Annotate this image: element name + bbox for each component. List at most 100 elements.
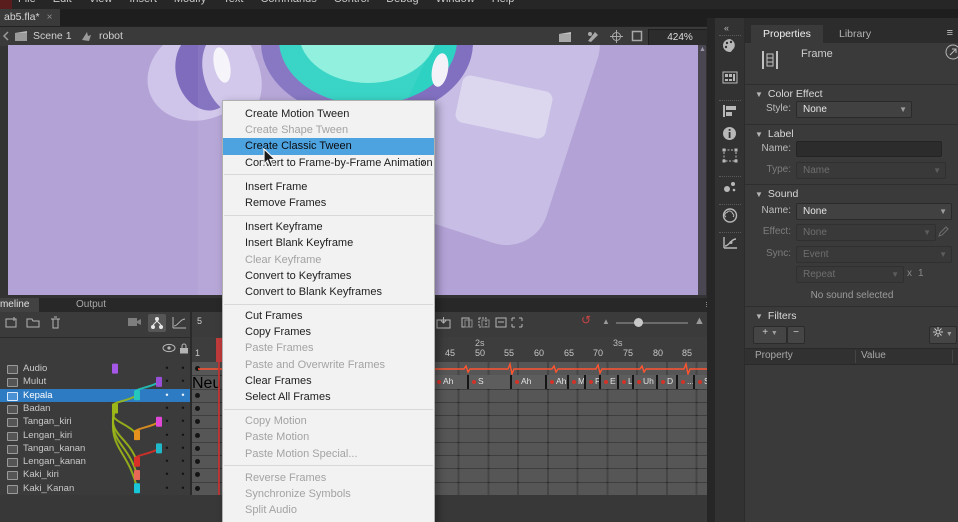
- frame-picker-icon[interactable]: [722, 71, 738, 84]
- menubar-item-control[interactable]: Control: [334, 0, 369, 5]
- menubar-item-file[interactable]: File: [18, 0, 36, 5]
- section-sound[interactable]: ▼Sound: [755, 188, 798, 200]
- new-folder-icon[interactable]: [26, 316, 40, 328]
- label-name-input[interactable]: [796, 141, 942, 157]
- keyframe-dot: [195, 433, 200, 438]
- panel-tab-library[interactable]: Library: [827, 25, 883, 43]
- color-palette-icon[interactable]: [722, 38, 738, 53]
- clip-content-icon[interactable]: [631, 30, 643, 42]
- delete-layer-icon[interactable]: [50, 316, 61, 329]
- menu-item-synchronize-symbols: Synchronize Symbols: [223, 486, 434, 502]
- timeline-tab-timeline[interactable]: Timeline: [0, 298, 39, 312]
- particles-panel-icon[interactable]: [722, 180, 738, 194]
- add-filter-button[interactable]: + ▼: [753, 326, 787, 344]
- playhead-line[interactable]: [218, 362, 220, 495]
- lipsync-label: E: [610, 376, 616, 386]
- menu-item-clear-frames[interactable]: Clear Frames: [223, 373, 434, 389]
- lipsync-segment[interactable]: Neutral: [192, 375, 220, 388]
- menu-item-copy-frames[interactable]: Copy Frames: [223, 324, 434, 340]
- keyframe-dot: [195, 419, 200, 424]
- center-stage-icon[interactable]: [610, 30, 623, 43]
- menubar-item-text[interactable]: Text: [223, 0, 243, 5]
- align-panel-icon[interactable]: [722, 104, 738, 118]
- reset-timeline-zoom-icon[interactable]: ↺: [581, 313, 591, 327]
- menu-item-insert-keyframe[interactable]: Insert Keyframe: [223, 219, 434, 235]
- section-filters[interactable]: ▼Filters: [755, 310, 797, 322]
- lock-icon[interactable]: [179, 343, 189, 354]
- zoom-out-frames-icon[interactable]: ▲: [602, 317, 610, 326]
- lipsync-label: Neutral: [192, 375, 220, 388]
- menu-item-convert-to-blank-keyframes[interactable]: Convert to Blank Keyframes: [223, 284, 434, 300]
- section-label[interactable]: ▼Label: [755, 128, 794, 140]
- menu-item-select-all-frames[interactable]: Select All Frames: [223, 389, 434, 405]
- layer-icon: [7, 378, 18, 387]
- onion-skin-outlines-icon[interactable]: [478, 316, 490, 329]
- back-arrow-icon[interactable]: [2, 30, 10, 42]
- menu-item-create-motion-tween[interactable]: Create Motion Tween: [223, 106, 434, 122]
- scroll-up-icon[interactable]: ▲: [699, 46, 706, 53]
- menu-bar: File Edit View Insert Modify Text Commands Cont…: [0, 0, 958, 9]
- breadcrumb-scene[interactable]: Scene 1: [33, 27, 72, 46]
- filter-options-button[interactable]: ▼: [929, 326, 957, 344]
- menu-item-cut-frames[interactable]: Cut Frames: [223, 308, 434, 324]
- edit-scene-icon[interactable]: [558, 30, 573, 43]
- layer-icon: [7, 432, 18, 441]
- info-panel-icon[interactable]: [722, 126, 737, 141]
- menubar-item-commands[interactable]: Commands: [260, 0, 316, 5]
- timeline-zoom-slider[interactable]: [616, 322, 688, 324]
- motion-graph-panel-icon[interactable]: [722, 236, 738, 250]
- stage-vertical-scrollbar[interactable]: ▲: [698, 45, 706, 295]
- menubar-item-window[interactable]: Window: [436, 0, 475, 5]
- menubar-item-edit[interactable]: Edit: [53, 0, 72, 5]
- stage-zoom-select[interactable]: 424% ▼: [648, 29, 712, 46]
- lipsync-segment[interactable]: S: [467, 375, 513, 388]
- panel-tab-properties[interactable]: Properties: [751, 25, 823, 43]
- collapse-panels-icon[interactable]: «: [724, 23, 729, 33]
- menubar-item-help[interactable]: Help: [492, 0, 515, 5]
- chevron-down-icon: ▼: [933, 163, 941, 178]
- breadcrumb-symbol[interactable]: robot: [99, 27, 123, 46]
- remove-filter-button[interactable]: −: [787, 326, 805, 344]
- ruler-start-frame: 1: [195, 348, 200, 358]
- menu-item-convert-to-frame-by-frame-animation[interactable]: Convert to Frame-by-Frame Animation›: [223, 155, 434, 171]
- menu-item-create-classic-tween[interactable]: Create Classic Tween: [223, 138, 434, 154]
- timeline-zoom-slider-knob[interactable]: [634, 318, 643, 327]
- edit-symbols-icon[interactable]: [586, 30, 600, 43]
- gear-icon: [933, 327, 943, 337]
- menubar-item-modify[interactable]: Modify: [174, 0, 206, 5]
- menubar-item-insert[interactable]: Insert: [129, 0, 157, 5]
- zoom-in-frames-icon[interactable]: ▲: [694, 315, 705, 327]
- lipsync-segment[interactable]: Ah: [510, 375, 548, 388]
- menubar-item-debug[interactable]: Debug: [386, 0, 418, 5]
- help-circle-icon[interactable]: [945, 44, 958, 60]
- style-dropdown[interactable]: None▼: [796, 101, 912, 118]
- visibility-eye-icon[interactable]: [162, 343, 176, 353]
- layer-parenting-toggle[interactable]: [148, 314, 166, 332]
- panel-menu-icon[interactable]: ≡: [947, 27, 953, 39]
- timeline-tab-output[interactable]: Output: [66, 298, 116, 312]
- keyframe-dot: [195, 486, 200, 491]
- modify-markers-icon[interactable]: [511, 316, 523, 329]
- new-layer-icon[interactable]: [5, 316, 18, 329]
- creative-cloud-icon[interactable]: [722, 208, 738, 223]
- motion-editor-icon[interactable]: [172, 316, 187, 329]
- close-tab-icon[interactable]: ×: [47, 12, 53, 23]
- menu-item-remove-frames[interactable]: Remove Frames: [223, 195, 434, 211]
- menu-item-insert-frame[interactable]: Insert Frame: [223, 179, 434, 195]
- animate-logo-icon[interactable]: [0, 0, 12, 9]
- menubar-item-view[interactable]: View: [89, 0, 113, 5]
- menu-item-convert-to-keyframes[interactable]: Convert to Keyframes: [223, 268, 434, 284]
- onion-skin-icon[interactable]: [461, 316, 473, 329]
- edit-multiple-frames-icon[interactable]: [495, 316, 507, 329]
- chevron-down-icon: ▼: [899, 102, 907, 117]
- menu-item-insert-blank-keyframe[interactable]: Insert Blank Keyframe: [223, 235, 434, 251]
- lipsync-segment[interactable]: Ah: [432, 375, 470, 388]
- lipsync-segment[interactable]: Uh: [632, 375, 659, 388]
- center-frame-icon[interactable]: [436, 316, 451, 329]
- section-color-effect[interactable]: ▼Color Effect: [755, 88, 823, 100]
- menu-separator: [224, 465, 433, 466]
- document-tab[interactable]: ab5.fla*×: [0, 9, 60, 26]
- transform-panel-icon[interactable]: [722, 148, 738, 163]
- camera-icon[interactable]: [127, 316, 142, 327]
- sound-name-dropdown[interactable]: None▼: [796, 203, 952, 220]
